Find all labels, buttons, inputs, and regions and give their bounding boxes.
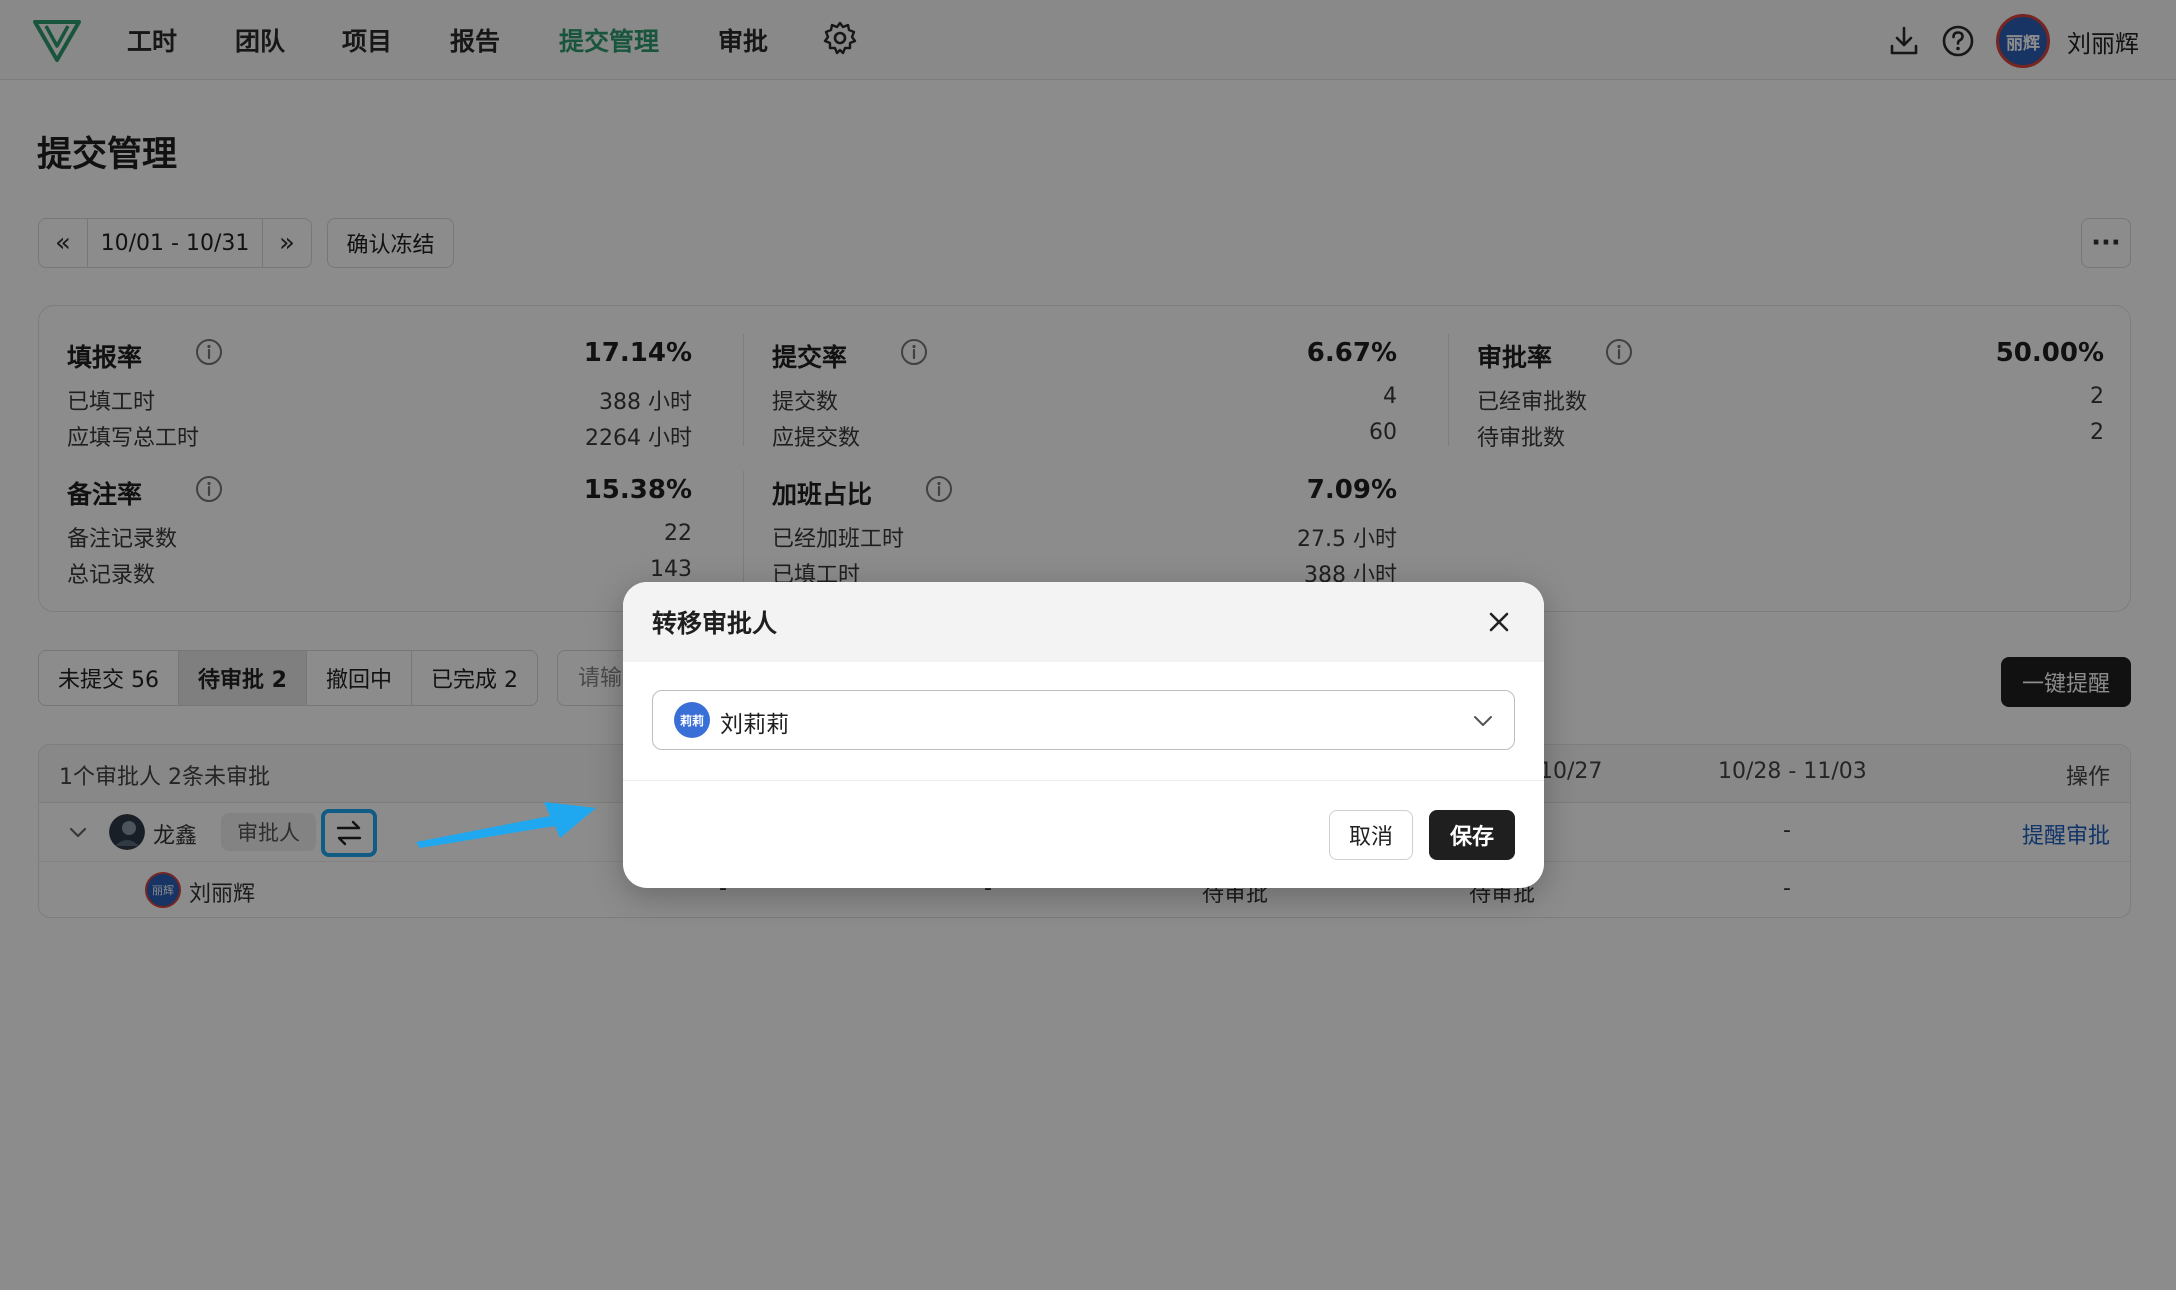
divider [623,780,1544,781]
annotation-arrow [416,802,596,848]
avatar: 莉莉 [674,702,710,738]
transfer-approver-dialog: 转移审批人 莉莉 刘莉莉 取消 保存 [623,582,1544,888]
chevron-down-icon [1474,716,1492,726]
save-button[interactable]: 保存 [1429,810,1515,860]
approver-select[interactable]: 莉莉 刘莉莉 [652,690,1515,750]
selected-approver: 刘莉莉 [720,712,789,738]
close-icon[interactable] [1483,606,1515,638]
dialog-header: 转移审批人 [623,582,1544,662]
cancel-button[interactable]: 取消 [1329,810,1413,860]
dialog-title: 转移审批人 [652,609,778,638]
